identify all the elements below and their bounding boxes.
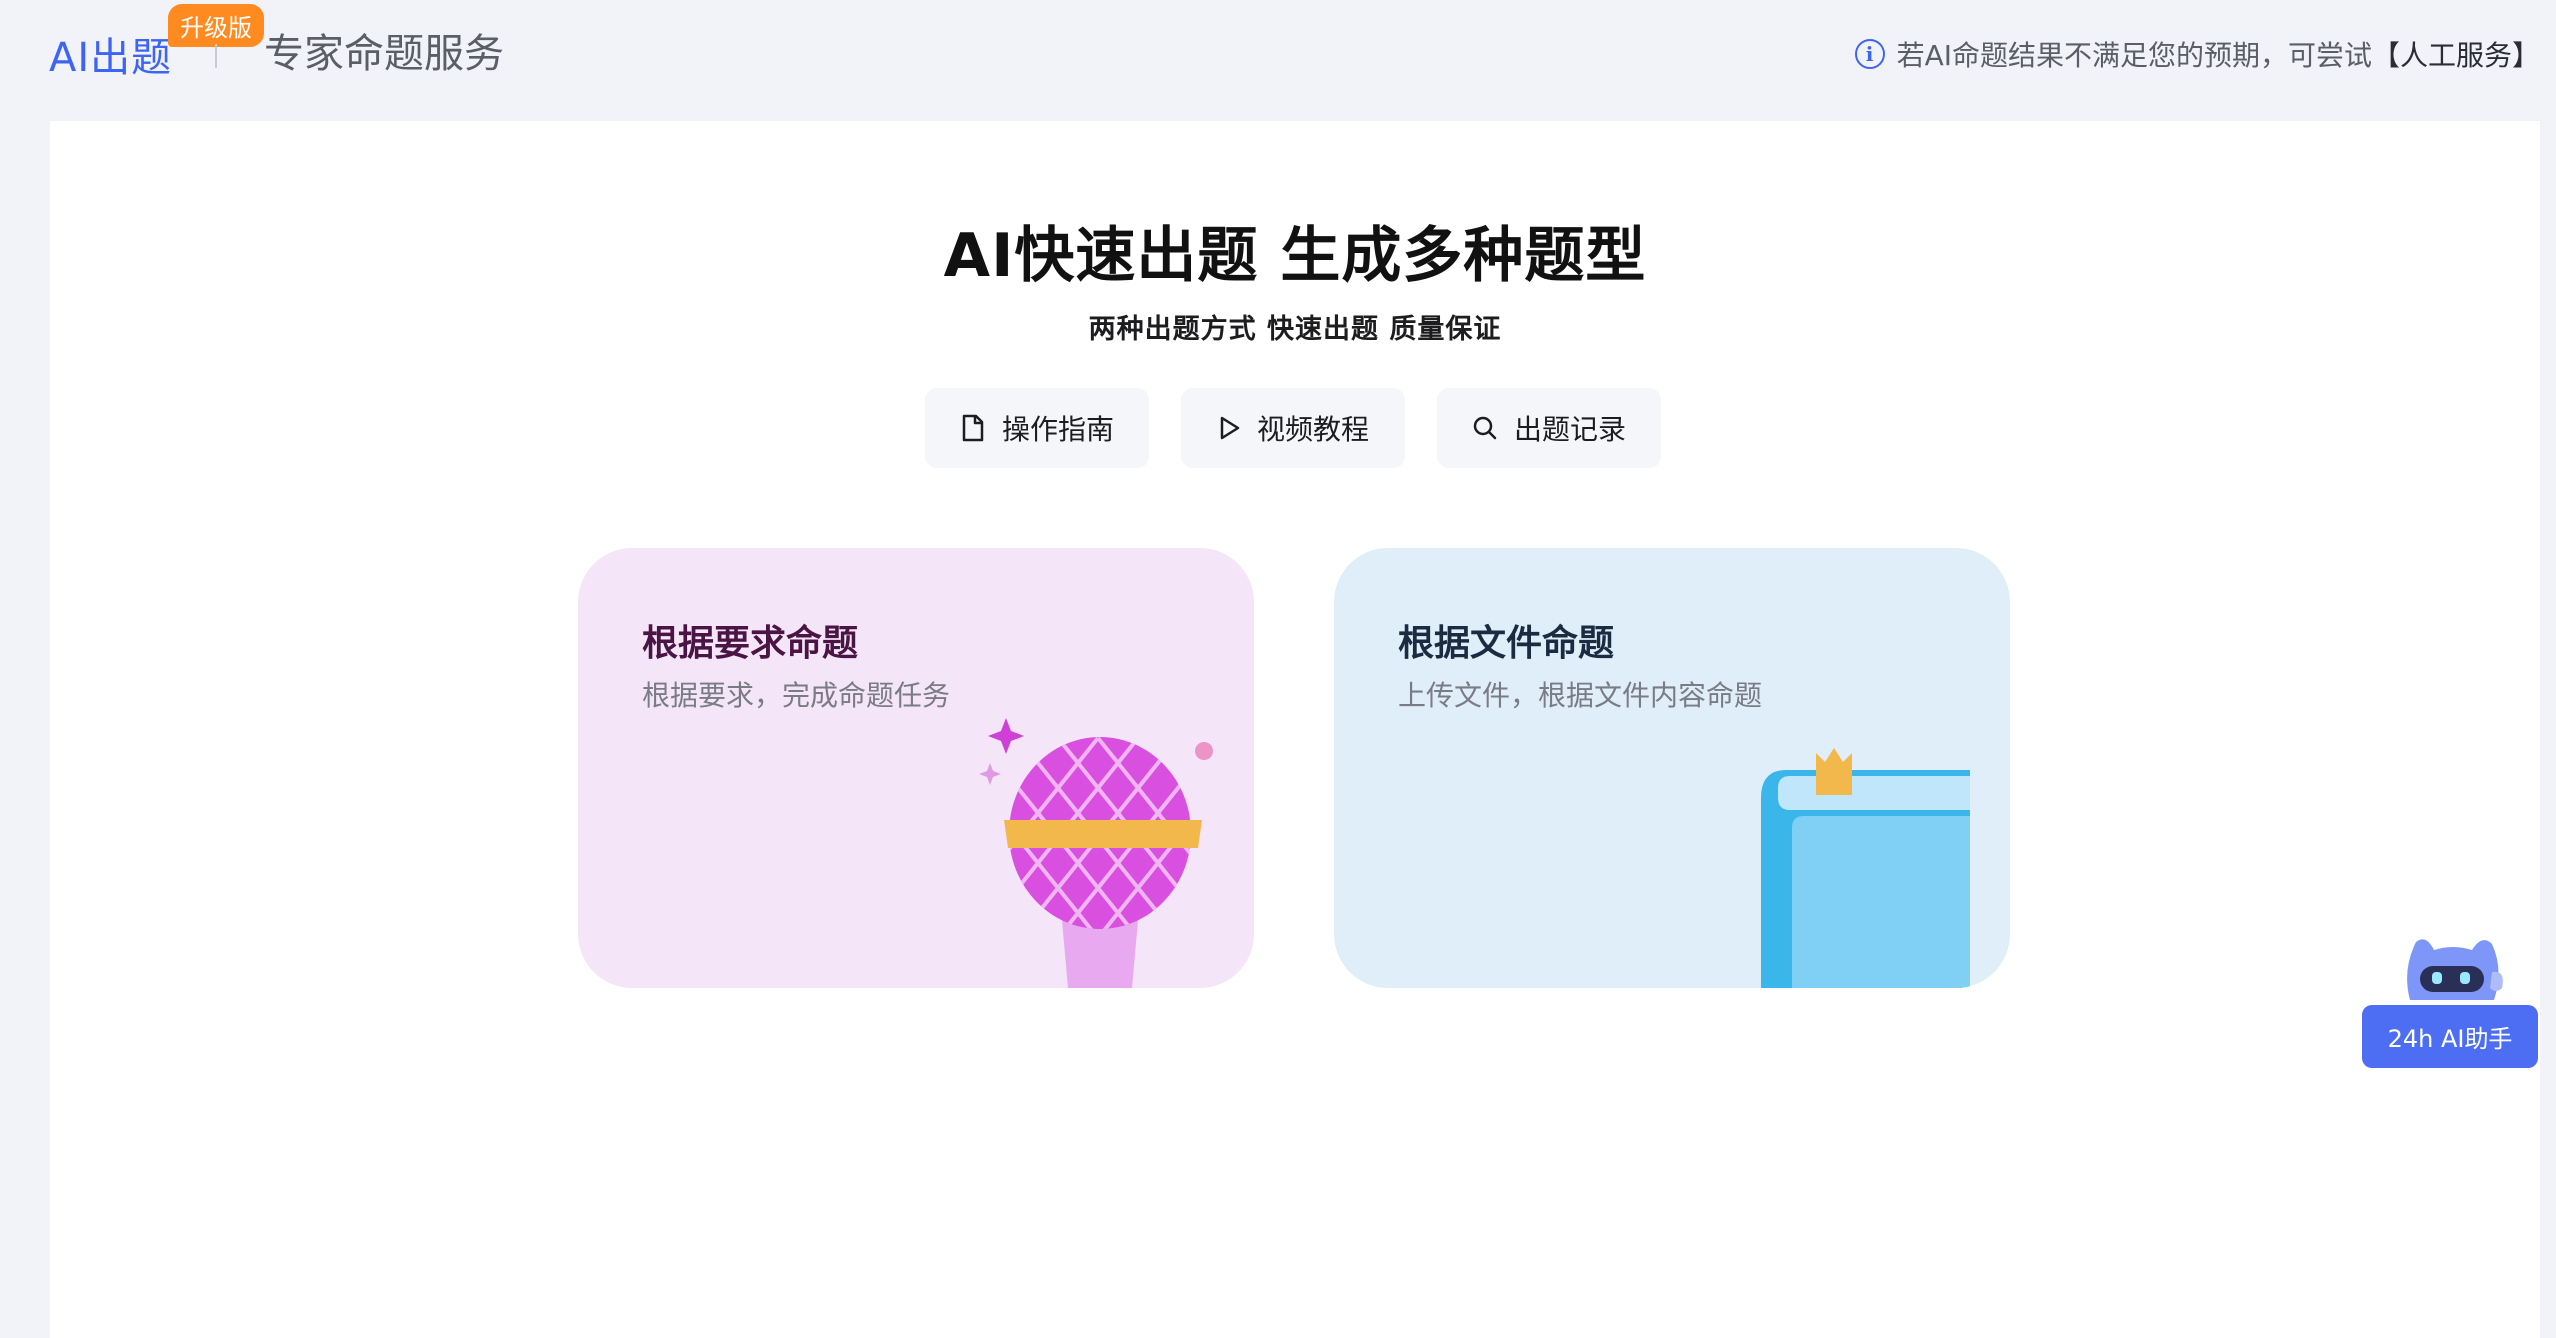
search-icon [1473,416,1497,440]
main-panel: AI快速出题 生成多种题型 两种出题方式 快速出题 质量保证 操作指南 视频教程… [50,121,2540,1338]
ai-assistant-widget[interactable]: 24h AI助手 [2362,930,2538,1068]
video-tutorial-label: 视频教程 [1256,413,1369,446]
robot-mascot-icon [2407,939,2503,1000]
guide-button[interactable]: 操作指南 [925,388,1149,468]
book-illustration [1761,748,1970,988]
microphone-illustration [979,718,1213,988]
notice: i 若AI命题结果不满足您的预期，可尝试 【人工服务】 [1854,32,2540,76]
notice-text: 若AI命题结果不满足您的预期，可尝试 [1896,39,2372,72]
play-icon [1220,416,1240,440]
divider [215,44,217,68]
upgrade-badge: 升级版 [168,4,264,47]
manual-service-link[interactable]: 【人工服务】 [2372,34,2540,74]
page-title: AI快速出题 生成多种题型 [943,221,1647,291]
expert-service-link[interactable]: 专家命题服务 [264,26,504,82]
card-by-file[interactable]: 根据文件命题 上传文件，根据文件内容命题 [1334,548,2010,988]
page-subtitle: 两种出题方式 快速出题 质量保证 [1088,314,1502,345]
info-icon: i [1854,39,1885,69]
history-button[interactable]: 出题记录 [1437,388,1661,468]
card-by-requirements[interactable]: 根据要求命题 根据要求，完成命题任务 [578,548,1254,988]
action-bar: 操作指南 视频教程 出题记录 [925,388,1661,468]
top-bar: AI出题 升级版 专家命题服务 i 若AI命题结果不满足您的预期，可尝试 【人工… [0,0,2556,118]
video-tutorial-button[interactable]: 视频教程 [1181,388,1405,468]
guide-button-label: 操作指南 [1001,413,1114,446]
brand-title[interactable]: AI出题 [49,25,172,83]
document-icon [962,414,984,442]
brand[interactable]: AI出题 升级版 [49,4,264,84]
history-button-label: 出题记录 [1513,413,1626,446]
assistant-label[interactable]: 24h AI助手 [2362,1005,2538,1068]
